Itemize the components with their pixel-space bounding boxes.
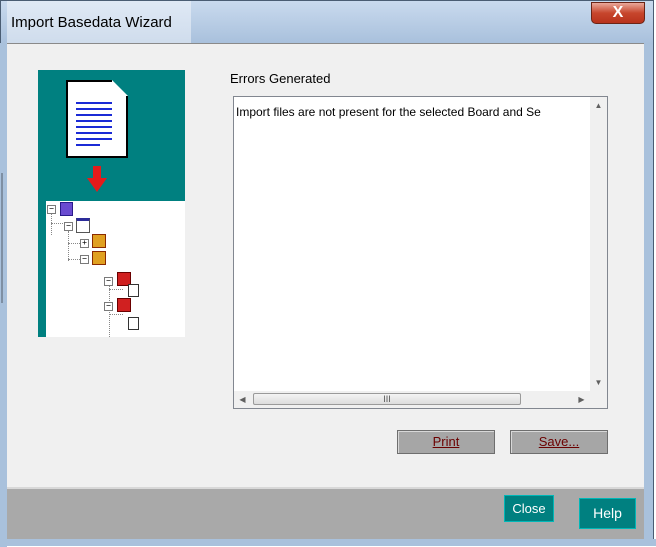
page-icon <box>128 284 139 297</box>
scroll-left-button[interactable]: ◀ <box>234 391 251 408</box>
edge-stripe <box>1 173 3 303</box>
scroll-corner <box>590 391 607 408</box>
document-icon <box>66 80 128 158</box>
help-button[interactable]: Help <box>579 498 636 529</box>
tree-line <box>68 231 69 261</box>
scroll-up-button[interactable]: ▲ <box>590 97 607 114</box>
collapse-icon: − <box>80 255 89 264</box>
tree-line <box>109 289 123 290</box>
horizontal-scrollbar[interactable]: ◀ III ▶ <box>234 391 590 408</box>
window-bottom-edge <box>0 539 656 546</box>
tree-line <box>51 213 52 235</box>
wizard-content: − − + − − − Errors Generated Import file… <box>7 43 644 487</box>
save-button[interactable]: Save... <box>510 430 608 454</box>
tree-view-icon: − − + − − − <box>46 201 185 337</box>
document-fold <box>112 80 128 96</box>
doc-text-line <box>76 120 112 122</box>
errors-textbox[interactable]: Import files are not present for the sel… <box>233 96 608 409</box>
record-icon <box>117 298 131 312</box>
expand-icon: + <box>80 239 89 248</box>
doc-text-line <box>76 126 112 128</box>
folder-icon <box>92 234 106 248</box>
collapse-icon: − <box>104 277 113 286</box>
errors-generated-label: Errors Generated <box>230 71 331 86</box>
table-icon <box>76 218 90 233</box>
tree-line <box>68 259 80 260</box>
collapse-icon: − <box>104 302 113 311</box>
doc-text-line <box>76 102 112 104</box>
collapse-icon: − <box>47 205 56 214</box>
horizontal-scroll-thumb[interactable]: III <box>253 393 521 405</box>
vertical-scrollbar[interactable]: ▲ ▼ <box>590 97 607 391</box>
window-left-edge <box>0 43 7 547</box>
close-button[interactable]: Close <box>504 495 554 522</box>
print-button[interactable]: Print <box>397 430 495 454</box>
doc-text-line <box>76 108 112 110</box>
doc-text-line <box>76 138 112 140</box>
doc-text-line <box>76 114 112 116</box>
wizard-footer: Close Help <box>7 487 644 539</box>
error-message: Import files are not present for the sel… <box>236 105 541 119</box>
doc-text-line <box>76 144 100 146</box>
collapse-icon: − <box>64 222 73 231</box>
down-arrow-icon <box>87 166 107 192</box>
doc-text-line <box>76 132 112 134</box>
title-bar[interactable]: Import Basedata Wizard X <box>1 1 653 44</box>
tree-line <box>51 223 63 224</box>
tree-line <box>68 243 80 244</box>
wizard-illustration: − − + − − − <box>38 70 185 337</box>
window-close-button[interactable]: X <box>591 2 645 24</box>
scroll-right-button[interactable]: ▶ <box>573 391 590 408</box>
window-title: Import Basedata Wizard <box>7 1 191 44</box>
folder-icon <box>92 251 106 265</box>
scroll-down-button[interactable]: ▼ <box>590 374 607 391</box>
shield-icon <box>60 202 73 216</box>
tree-line <box>109 314 123 315</box>
page-icon <box>128 317 139 330</box>
